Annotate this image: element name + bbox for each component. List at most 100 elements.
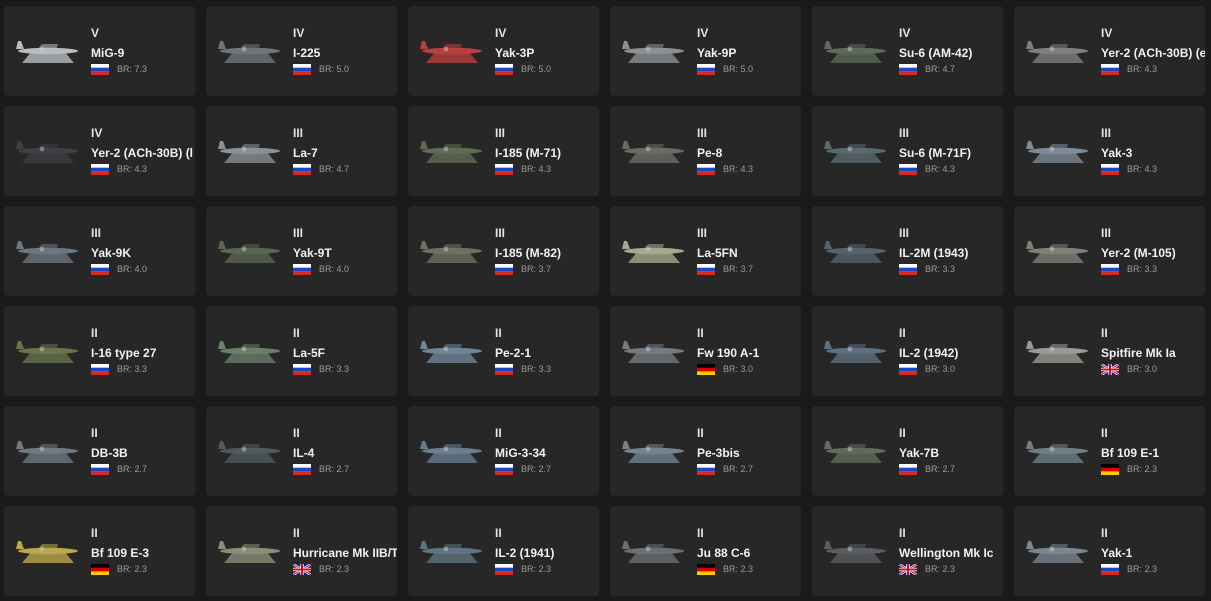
vehicle-card-15[interactable]: III I-185 (M-82) BR: 3.7 — [408, 206, 599, 296]
vehicle-card-32[interactable]: II Hurricane Mk IIB/T BR: 2.3 — [206, 506, 397, 596]
battle-rating: BR: 4.7 — [319, 163, 350, 174]
vehicle-card-4[interactable]: IV Yak-9P BR: 5.0 — [610, 6, 801, 96]
vehicle-rank: II — [1101, 526, 1108, 540]
ussr-flag-icon — [899, 363, 917, 375]
vehicle-card-2[interactable]: IV I-225 BR: 5.0 — [206, 6, 397, 96]
vehicle-name: Pe-8 — [697, 146, 723, 160]
vehicle-card-24[interactable]: II Spitfire Mk Ia BR: 3.0 — [1014, 306, 1205, 396]
vehicle-name: I-16 type 27 — [91, 346, 157, 360]
battle-rating: BR: 4.3 — [723, 163, 754, 174]
vehicle-card-8[interactable]: III La-7 BR: 4.7 — [206, 106, 397, 196]
vehicle-card-23[interactable]: II IL-2 (1942) BR: 3.0 — [812, 306, 1003, 396]
vehicle-rank: IV — [1101, 26, 1113, 40]
vehicle-rank: II — [1101, 326, 1108, 340]
vehicle-card-33[interactable]: II IL-2 (1941) BR: 2.3 — [408, 506, 599, 596]
battle-rating: BR: 4.7 — [925, 63, 956, 74]
battle-rating: BR: 2.7 — [723, 463, 754, 474]
vehicle-rank: II — [697, 326, 704, 340]
vehicle-meta: BR: 4.0 — [293, 263, 397, 275]
battle-rating: BR: 2.3 — [521, 563, 552, 574]
vehicle-info: II Ju 88 C-6 BR: 2.3 — [697, 526, 801, 575]
vehicle-rank: IV — [495, 26, 507, 40]
vehicle-meta: BR: 4.3 — [899, 163, 1003, 175]
vehicle-card-28[interactable]: II Pe-3bis BR: 2.7 — [610, 406, 801, 496]
vehicle-rank: III — [899, 226, 910, 240]
vehicle-name: Bf 109 E-1 — [1101, 446, 1160, 460]
vehicle-info: III La-5FN BR: 3.7 — [697, 226, 801, 275]
vehicle-meta: BR: 2.7 — [91, 463, 195, 475]
vehicle-name: IL-2 (1942) — [899, 346, 959, 360]
vehicle-meta: BR: 2.3 — [1101, 563, 1205, 575]
vehicle-card-30[interactable]: II Bf 109 E-1 BR: 2.3 — [1014, 406, 1205, 496]
vehicle-name: IL-4 — [293, 446, 315, 460]
vehicle-card-19[interactable]: II I-16 type 27 BR: 3.3 — [4, 306, 195, 396]
vehicle-card-27[interactable]: II MiG-3-34 BR: 2.7 — [408, 406, 599, 496]
vehicle-info: V MiG-9 BR: 7.3 — [91, 26, 195, 75]
vehicle-card-12[interactable]: III Yak-3 BR: 4.3 — [1014, 106, 1205, 196]
vehicle-card-10[interactable]: III Pe-8 BR: 4.3 — [610, 106, 801, 196]
vehicle-meta: BR: 3.3 — [293, 363, 397, 375]
ussr-flag-icon — [91, 263, 109, 275]
battle-rating: BR: 3.0 — [925, 363, 956, 374]
vehicle-card-1[interactable]: V MiG-9 BR: 7.3 — [4, 6, 195, 96]
vehicle-rank: II — [1101, 426, 1108, 440]
vehicle-info: III Yak-9K BR: 4.0 — [91, 226, 195, 275]
vehicle-rank: II — [899, 426, 906, 440]
vehicle-info: III Pe-8 BR: 4.3 — [697, 126, 801, 175]
vehicle-rank: II — [91, 326, 98, 340]
ussr-flag-icon — [293, 463, 311, 475]
ussr-flag-icon — [495, 163, 513, 175]
vehicle-meta: BR: 2.7 — [495, 463, 599, 475]
vehicle-card-29[interactable]: II Yak-7B BR: 2.7 — [812, 406, 1003, 496]
uk-flag-icon — [899, 563, 917, 575]
vehicle-card-34[interactable]: II Ju 88 C-6 BR: 2.3 — [610, 506, 801, 596]
vehicle-name: Su-6 (AM-42) — [899, 46, 973, 60]
vehicle-card-16[interactable]: III La-5FN BR: 3.7 — [610, 206, 801, 296]
vehicle-card-7[interactable]: IV Yer-2 (ACh-30B) (l BR: 4.3 — [4, 106, 195, 196]
vehicle-info: III Yer-2 (M-105) BR: 3.3 — [1101, 226, 1205, 275]
vehicle-card-14[interactable]: III Yak-9T BR: 4.0 — [206, 206, 397, 296]
vehicle-name: IL-2 (1941) — [495, 546, 555, 560]
vehicle-info: II I-16 type 27 BR: 3.3 — [91, 326, 195, 375]
vehicle-card-36[interactable]: II Yak-1 BR: 2.3 — [1014, 506, 1205, 596]
vehicle-card-6[interactable]: IV Yer-2 (ACh-30B) (e BR: 4.3 — [1014, 6, 1205, 96]
vehicle-info: IV Yak-3P BR: 5.0 — [495, 26, 599, 75]
vehicle-card-13[interactable]: III Yak-9K BR: 4.0 — [4, 206, 195, 296]
attacker-plane-icon — [824, 41, 886, 63]
vehicle-card-11[interactable]: III Su-6 (M-71F) BR: 4.3 — [812, 106, 1003, 196]
vehicle-card-26[interactable]: II IL-4 BR: 2.7 — [206, 406, 397, 496]
vehicle-card-35[interactable]: II Wellington Mk Ic BR: 2.3 — [812, 506, 1003, 596]
vehicle-card-21[interactable]: II Pe-2-1 BR: 3.3 — [408, 306, 599, 396]
vehicle-rank: II — [91, 526, 98, 540]
vehicle-card-25[interactable]: II DB-3B BR: 2.7 — [4, 406, 195, 496]
vehicle-name: Su-6 (M-71F) — [899, 146, 971, 160]
vehicle-card-5[interactable]: IV Su-6 (AM-42) BR: 4.7 — [812, 6, 1003, 96]
vehicle-name: Yer-2 (M-105) — [1101, 246, 1176, 260]
vehicle-name: Fw 190 A-1 — [697, 346, 760, 360]
uk-flag-icon — [293, 563, 311, 575]
battle-rating: BR: 3.0 — [723, 363, 754, 374]
battle-rating: BR: 2.3 — [1127, 463, 1158, 474]
vehicle-name: Spitfire Mk Ia — [1101, 346, 1176, 360]
vehicle-meta: BR: 2.3 — [495, 563, 599, 575]
vehicle-info: II Hurricane Mk IIB/T BR: 2.3 — [293, 526, 397, 575]
bomber-plane-icon — [622, 141, 684, 163]
bomber-plane-icon — [1026, 41, 1088, 63]
fighter-plane-icon — [16, 341, 78, 363]
vehicle-meta: BR: 4.7 — [293, 163, 397, 175]
vehicle-card-9[interactable]: III I-185 (M-71) BR: 4.3 — [408, 106, 599, 196]
vehicle-card-20[interactable]: II La-5F BR: 3.3 — [206, 306, 397, 396]
battle-rating: BR: 4.3 — [1127, 63, 1158, 74]
fighter-plane-icon — [824, 441, 886, 463]
vehicle-card-22[interactable]: II Fw 190 A-1 BR: 3.0 — [610, 306, 801, 396]
vehicle-card-3[interactable]: IV Yak-3P BR: 5.0 — [408, 6, 599, 96]
germany-flag-icon — [697, 363, 715, 375]
vehicle-name: MiG-3-34 — [495, 446, 546, 460]
ussr-flag-icon — [697, 263, 715, 275]
vehicle-card-31[interactable]: II Bf 109 E-3 BR: 2.3 — [4, 506, 195, 596]
vehicle-card-18[interactable]: III Yer-2 (M-105) BR: 3.3 — [1014, 206, 1205, 296]
vehicle-card-17[interactable]: III IL-2M (1943) BR: 3.3 — [812, 206, 1003, 296]
bomber-plane-icon — [218, 441, 280, 463]
vehicle-meta: BR: 4.3 — [697, 163, 801, 175]
vehicle-meta: BR: 7.3 — [91, 63, 195, 75]
